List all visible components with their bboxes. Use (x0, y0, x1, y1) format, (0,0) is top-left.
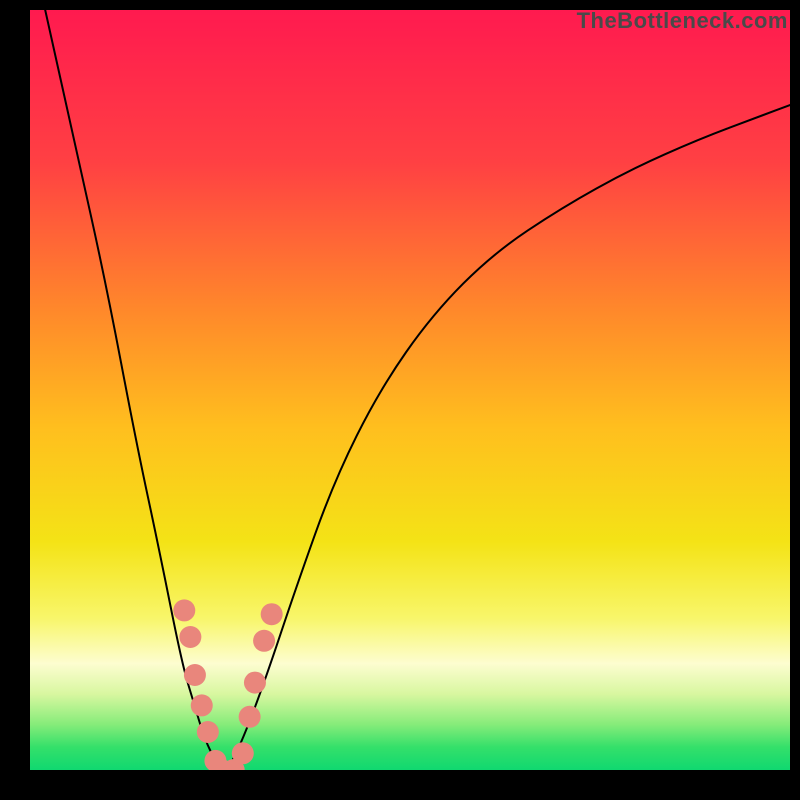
marker-point (239, 706, 261, 728)
bottleneck-curve-chart (30, 10, 790, 770)
marker-point (232, 742, 254, 764)
marker-point (173, 599, 195, 621)
marker-point (179, 626, 201, 648)
chart-frame: TheBottleneck.com (0, 0, 800, 800)
marker-point (253, 630, 275, 652)
marker-point (261, 603, 283, 625)
marker-point (191, 694, 213, 716)
marker-point (244, 672, 266, 694)
watermark-text: TheBottleneck.com (577, 8, 788, 34)
chart-background (30, 10, 790, 770)
marker-point (184, 664, 206, 686)
marker-point (197, 721, 219, 743)
